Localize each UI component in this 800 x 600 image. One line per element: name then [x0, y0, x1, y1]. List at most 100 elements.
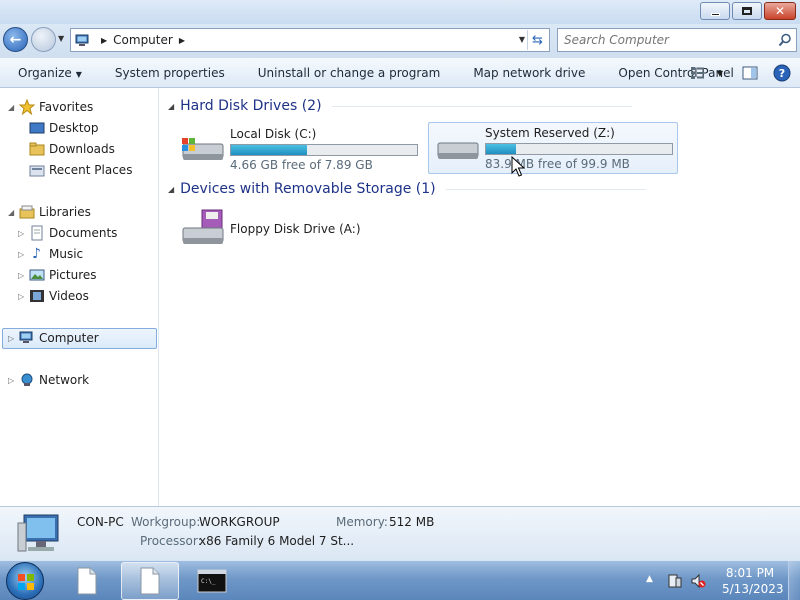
nav-network[interactable]: ▷ Network [8, 370, 89, 390]
address-bar[interactable]: ▶ Computer ▶ ▼ ⇆ [70, 28, 550, 52]
drive-system-reserved-z[interactable]: System Reserved (Z:) 83.9 MB free of 99.… [428, 122, 678, 174]
uninstall-program-button[interactable]: Uninstall or change a program [240, 66, 456, 80]
memory-label: Memory: [336, 515, 388, 529]
search-input[interactable] [564, 33, 764, 47]
system-properties-button[interactable]: System properties [97, 66, 240, 80]
drive-free-space: 83.9 MB free of 99.9 MB [485, 157, 630, 171]
floppy-drive-icon [182, 209, 224, 244]
show-desktop-button[interactable] [788, 561, 800, 600]
nav-pictures-label: Pictures [49, 268, 97, 282]
group-header-removable-storage[interactable]: ◢ Devices with Removable Storage (1) [168, 181, 646, 197]
expand-icon[interactable]: ▷ [18, 229, 28, 238]
document-icon [140, 567, 160, 595]
taskbar-app-command-prompt[interactable]: C:\_ [183, 562, 241, 600]
group-title: Hard Disk Drives (2) [180, 98, 322, 114]
taskbar-app-explorer[interactable] [121, 562, 179, 600]
view-icon [691, 67, 704, 79]
help-button[interactable]: ? [768, 62, 796, 84]
minimize-button[interactable] [700, 2, 730, 20]
back-arrow-icon: ← [9, 31, 22, 48]
start-button[interactable] [6, 562, 44, 600]
network-icon [18, 372, 35, 388]
title-bar[interactable]: ✕ [0, 0, 800, 24]
back-button[interactable]: ← [3, 27, 28, 52]
breadcrumb-arrow-icon[interactable]: ▶ [101, 36, 107, 45]
expand-icon[interactable]: ▷ [8, 376, 18, 385]
document-icon [77, 567, 97, 595]
drive-name: Local Disk (C:) [230, 127, 317, 141]
search-icon[interactable] [778, 33, 792, 47]
expand-icon[interactable]: ▷ [8, 334, 18, 343]
recent-places-icon [28, 162, 45, 178]
system-clock[interactable]: 8:01 PM 5/13/2023 [722, 565, 784, 597]
organize-button[interactable]: Organize ▼ [0, 66, 97, 80]
expand-icon[interactable]: ▷ [18, 271, 28, 280]
nav-libraries-label: Libraries [39, 205, 91, 219]
nav-computer-label: Computer [39, 331, 99, 345]
drive-floppy-a[interactable]: Floppy Disk Drive (A:) [174, 206, 424, 258]
breadcrumb-computer[interactable]: Computer [113, 33, 173, 47]
pictures-icon [28, 267, 45, 283]
breadcrumb-arrow-icon[interactable]: ▶ [179, 36, 185, 45]
volume-muted-icon[interactable] [690, 573, 706, 589]
forward-button[interactable] [31, 27, 56, 52]
divider [445, 188, 646, 190]
nav-documents[interactable]: ▷ Documents [18, 223, 117, 243]
taskbar: C:\_ ▲ 8:01 PM 5/13/2023 [0, 560, 800, 600]
drive-name: Floppy Disk Drive (A:) [230, 222, 361, 236]
search-box[interactable] [557, 28, 797, 52]
nav-downloads-label: Downloads [49, 142, 115, 156]
nav-downloads[interactable]: Downloads [28, 139, 115, 159]
workgroup-label: Workgroup: [131, 515, 201, 529]
nav-libraries[interactable]: ◢ Libraries [8, 202, 91, 222]
preview-pane-icon [742, 66, 758, 80]
divider [331, 105, 632, 107]
drive-usage-bar [485, 143, 673, 155]
windows-logo-icon [18, 574, 34, 590]
address-dropdown-icon[interactable]: ▼ [519, 35, 525, 44]
minimize-icon [710, 12, 720, 16]
mouse-cursor-icon [511, 156, 525, 177]
videos-icon [28, 288, 45, 304]
expand-icon[interactable]: ▷ [18, 292, 28, 301]
recent-pages-dropdown-icon[interactable]: ▼ [58, 34, 64, 43]
collapse-icon[interactable]: ◢ [8, 208, 18, 217]
restore-icon [742, 7, 752, 15]
nav-music[interactable]: ▷ ♪ Music [18, 244, 83, 264]
nav-videos-label: Videos [49, 289, 89, 303]
nav-desktop[interactable]: Desktop [28, 118, 99, 138]
collapse-icon[interactable]: ◢ [168, 102, 174, 111]
nav-videos[interactable]: ▷ Videos [18, 286, 89, 306]
preview-pane-button[interactable] [736, 62, 764, 84]
change-view-button[interactable] [684, 62, 712, 84]
processor-label: Processor: [140, 534, 202, 548]
explorer-window: ✕ ← ▼ ▶ Computer ▶ ▼ ⇆ Organ [0, 0, 800, 560]
drive-local-disk-c[interactable]: Local Disk (C:) 4.66 GB free of 7.89 GB [174, 124, 424, 176]
clock-time: 8:01 PM [725, 566, 775, 580]
command-bar: Organize ▼ System properties Uninstall or… [0, 58, 800, 88]
computer-large-icon [17, 514, 59, 552]
collapse-icon[interactable]: ◢ [168, 185, 174, 194]
svg-text:?: ? [779, 67, 785, 80]
view-options-button[interactable]: ▼ [712, 62, 728, 84]
map-network-drive-button[interactable]: Map network drive [455, 66, 600, 80]
maximize-button[interactable] [732, 2, 762, 20]
details-pane: CON-PC Workgroup: WORKGROUP Memory: 512 … [0, 506, 800, 560]
close-button[interactable]: ✕ [764, 2, 796, 20]
hard-drive-icon [437, 142, 479, 159]
nav-recent-places-label: Recent Places [49, 163, 133, 177]
expand-icon[interactable]: ▷ [18, 250, 28, 259]
group-header-hard-disk-drives[interactable]: ◢ Hard Disk Drives (2) [168, 98, 632, 114]
taskbar-app-notepad-1[interactable] [58, 562, 116, 600]
nav-recent-places[interactable]: Recent Places [28, 160, 132, 180]
action-center-icon[interactable] [667, 573, 683, 589]
collapse-icon[interactable]: ◢ [8, 103, 18, 112]
nav-pictures[interactable]: ▷ Pictures [18, 265, 97, 285]
music-icon: ♪ [32, 246, 41, 262]
workgroup-value: WORKGROUP [199, 515, 280, 529]
nav-computer[interactable]: ▷ Computer [8, 328, 99, 348]
nav-favorites[interactable]: ◢ Favorites [8, 97, 93, 117]
refresh-icon[interactable]: ⇆ [527, 30, 547, 50]
organize-label: Organize [18, 65, 72, 80]
show-hidden-icons-icon[interactable]: ▲ [646, 574, 653, 584]
